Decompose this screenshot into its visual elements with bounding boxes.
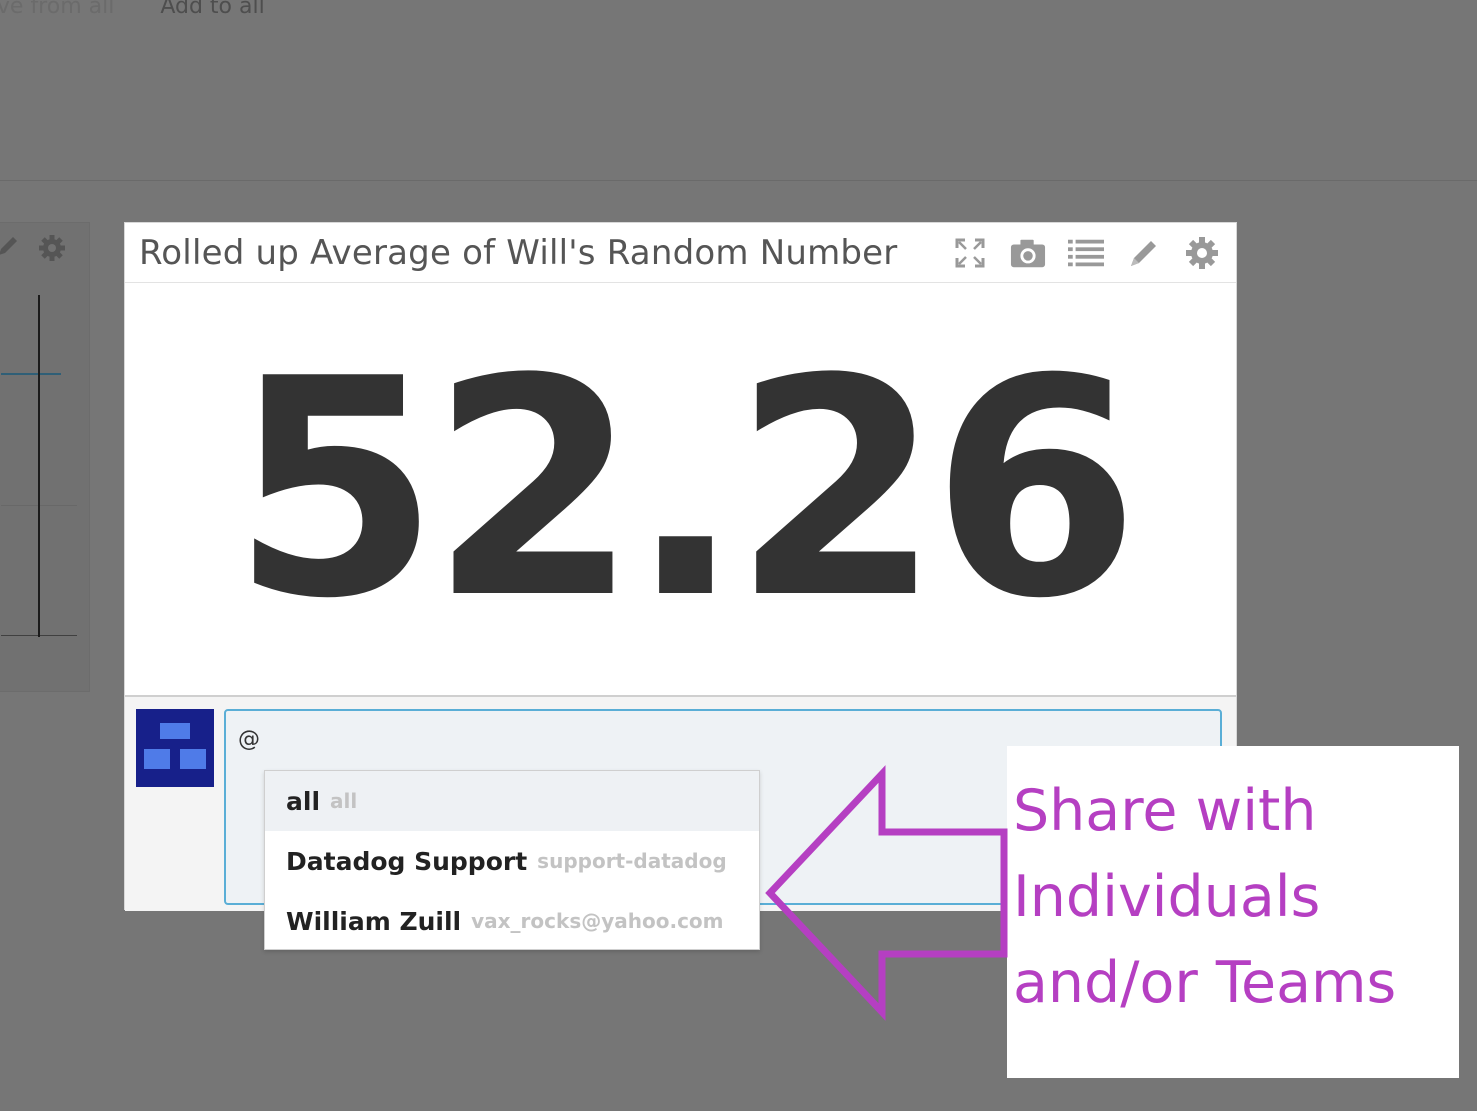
cursor-line	[38, 295, 40, 637]
mention-handle: all	[330, 789, 358, 813]
callout-text: Share with Individuals and/or Teams	[1013, 768, 1453, 1026]
widget-title: Rolled up Average of Will's Random Numbe…	[139, 232, 898, 273]
avatar	[136, 709, 214, 787]
mention-name: Datadog Support	[286, 846, 528, 876]
series-line	[1, 373, 61, 375]
background-widget	[0, 222, 90, 692]
pencil-icon[interactable]	[1126, 235, 1162, 271]
metric-value: 52.26	[231, 314, 1140, 664]
expand-icon[interactable]	[952, 235, 988, 271]
mention-handle: support-datadog	[537, 849, 727, 873]
widget-toolbar	[952, 235, 1220, 271]
mention-dropdown: all all Datadog Support support-datadog …	[264, 770, 760, 950]
divider	[0, 180, 1477, 181]
remove-from-all-link[interactable]: move from all	[0, 0, 114, 19]
list-item[interactable]: all all	[265, 771, 759, 831]
mention-name: William Zuill	[286, 906, 462, 936]
camera-icon[interactable]	[1010, 235, 1046, 271]
list-icon[interactable]	[1068, 235, 1104, 271]
mention-handle: vax_rocks@yahoo.com	[471, 909, 724, 933]
callout-line: Share with	[1013, 778, 1317, 844]
callout-line: and/or Teams	[1013, 950, 1397, 1016]
callout-line: Individuals	[1013, 864, 1321, 930]
list-item[interactable]: Datadog Support support-datadog	[265, 831, 759, 891]
pencil-icon[interactable]	[0, 233, 21, 267]
widget-header: Rolled up Average of Will's Random Numbe…	[125, 223, 1236, 283]
bulk-actions: move from all Add to all	[0, 0, 265, 19]
annotation-callout: Share with Individuals and/or Teams	[1007, 746, 1459, 1078]
gear-icon[interactable]	[1184, 235, 1220, 271]
annotation-arrow-icon	[765, 765, 1008, 1021]
gear-icon[interactable]	[37, 233, 67, 267]
add-to-all-link[interactable]: Add to all	[160, 0, 264, 19]
mention-name: all	[286, 786, 321, 816]
list-item[interactable]: William Zuill vax_rocks@yahoo.com	[265, 891, 759, 951]
